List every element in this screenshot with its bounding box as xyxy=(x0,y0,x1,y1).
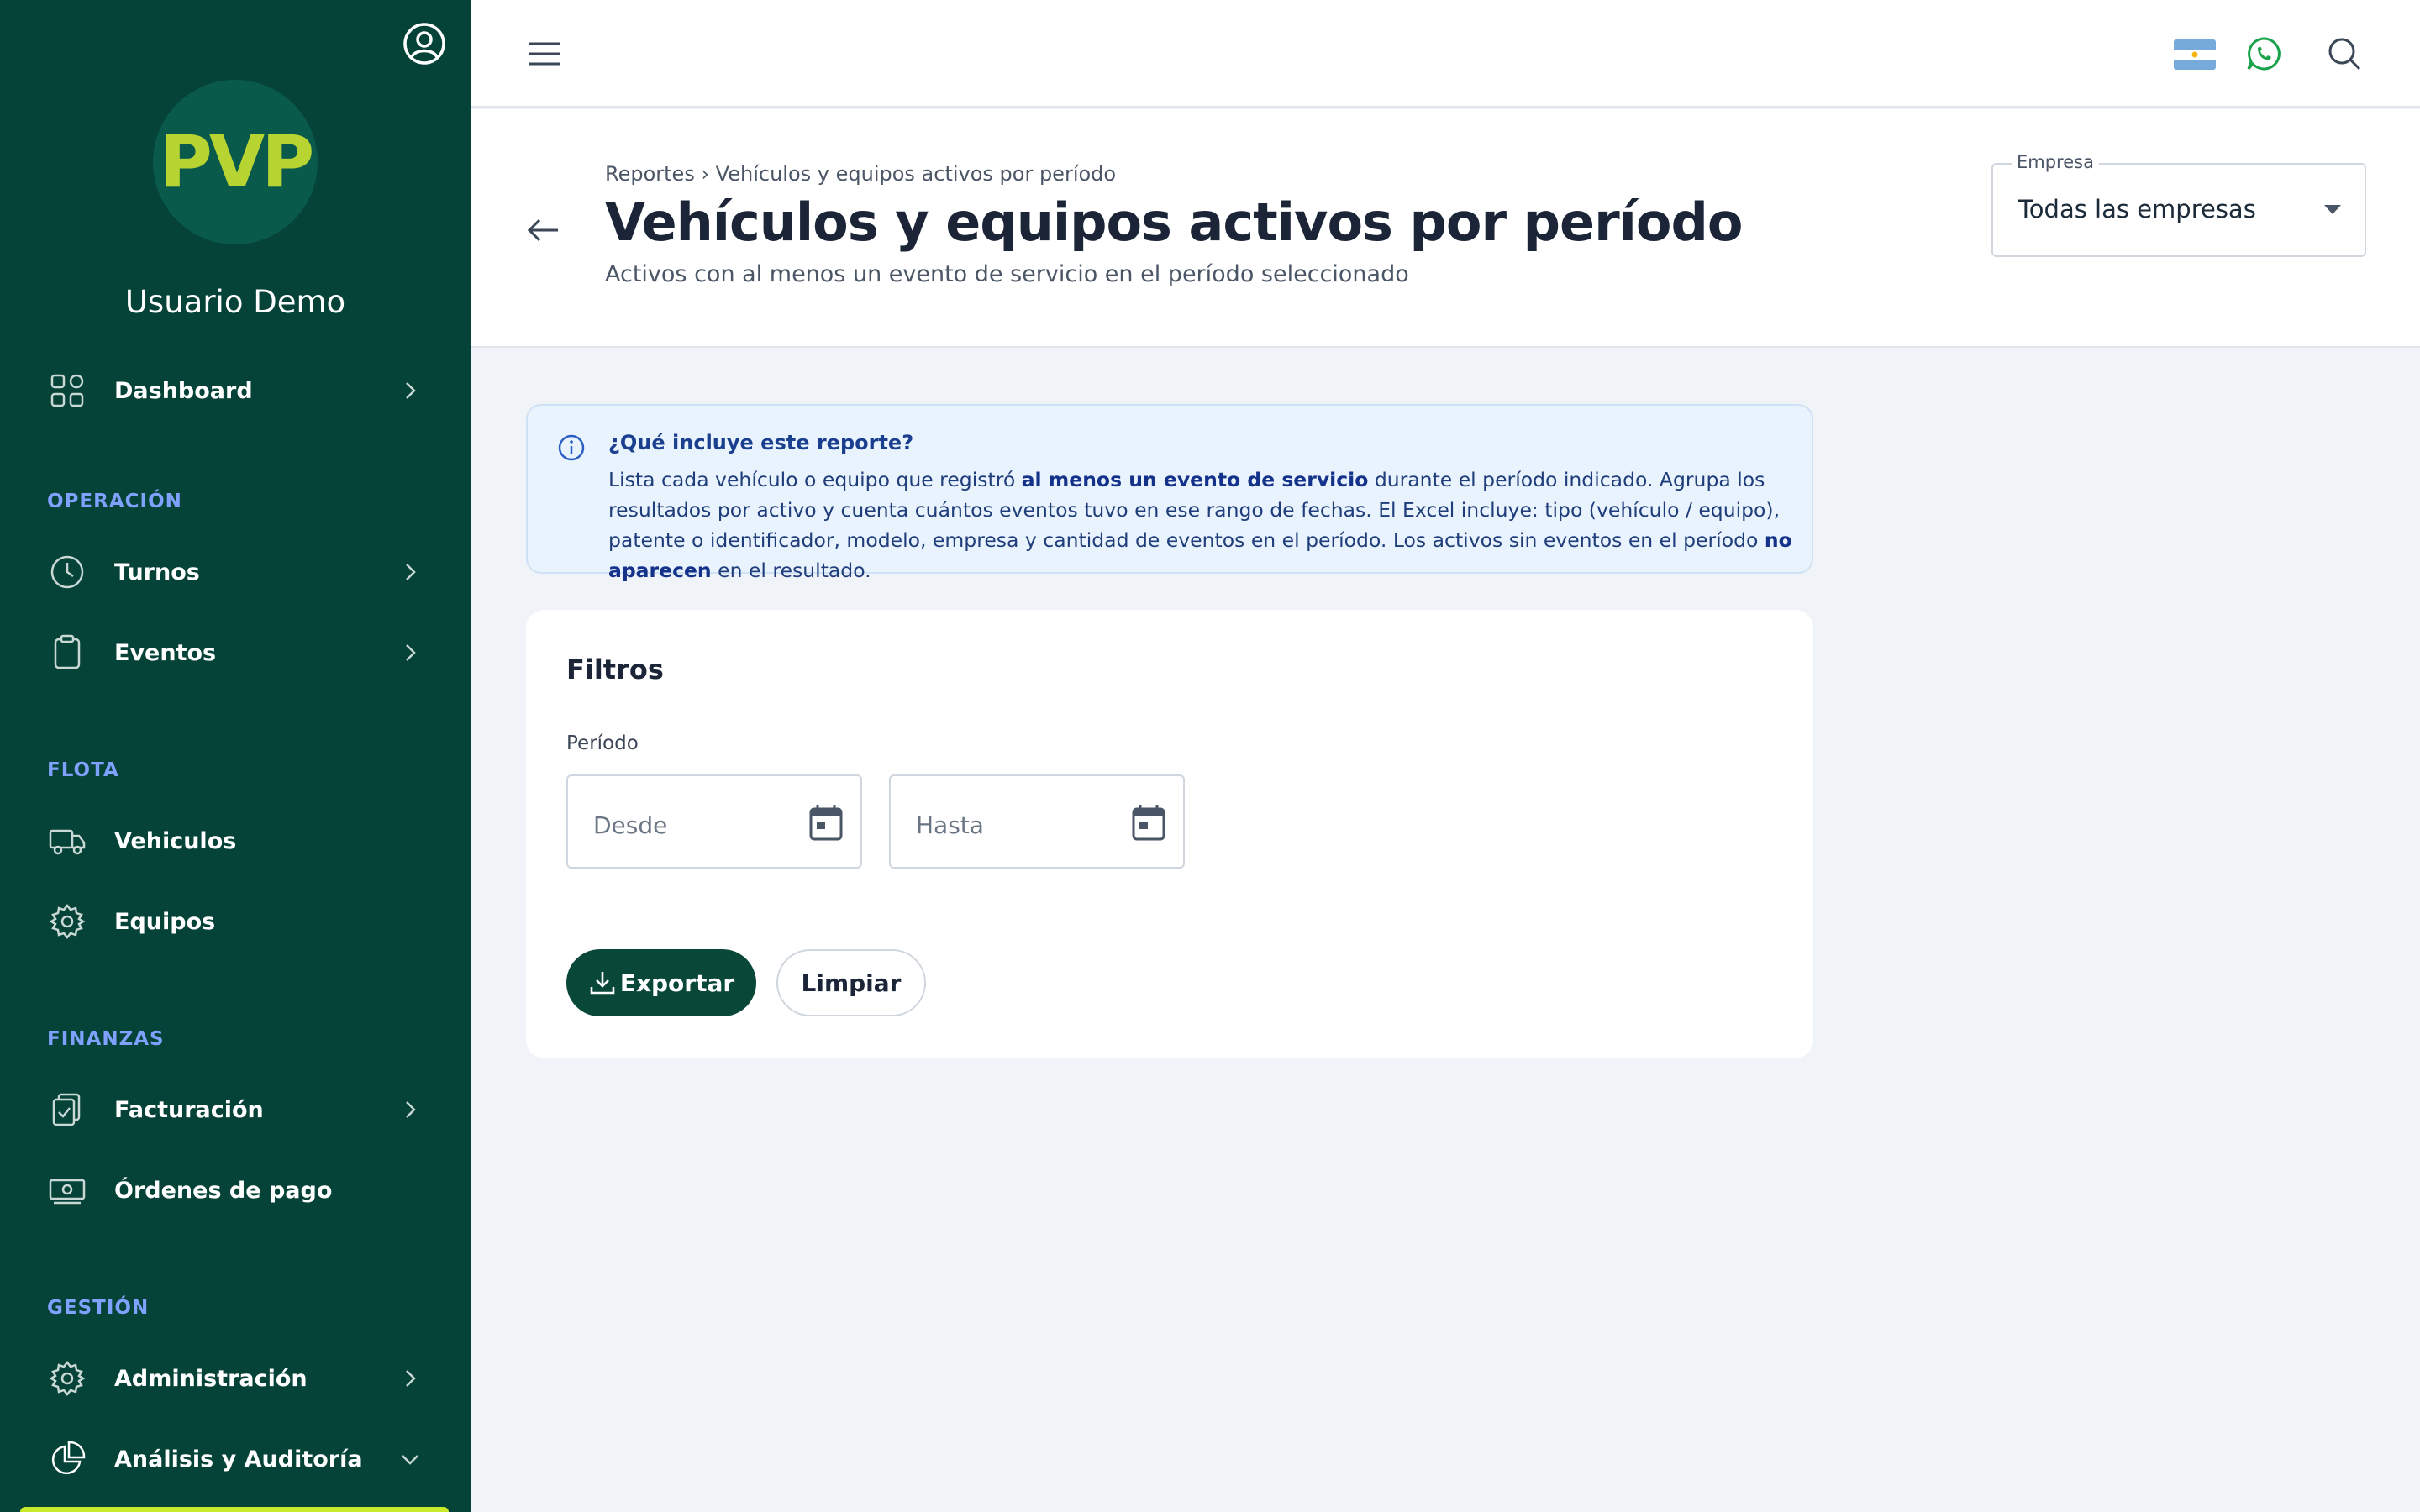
search-icon[interactable] xyxy=(2326,35,2363,72)
empresa-select[interactable]: Empresa Todas las empresas xyxy=(1991,152,2366,257)
info-icon xyxy=(558,434,585,461)
chevron-right-icon xyxy=(406,1101,416,1118)
date-to-placeholder: Hasta xyxy=(916,811,984,839)
page-subtitle: Activos con al menos un evento de servic… xyxy=(605,261,1409,287)
cash-icon xyxy=(49,1179,86,1205)
info-text-bold: al menos un evento de servicio xyxy=(1021,468,1369,491)
sidebar: PVP Usuario Demo Dashboard OPERACIÓN Tur… xyxy=(0,0,471,1512)
download-icon xyxy=(590,972,615,995)
calendar-icon[interactable] xyxy=(1131,803,1166,842)
sidebar-item-eventos[interactable]: Eventos xyxy=(0,619,471,686)
export-button-label: Exportar xyxy=(619,969,735,997)
pie-chart-icon xyxy=(51,1441,86,1475)
calendar-icon[interactable] xyxy=(808,803,844,842)
grid-icon xyxy=(50,374,84,407)
date-from-placeholder: Desde xyxy=(593,811,668,839)
sidebar-item-label: Turnos xyxy=(114,559,200,585)
sidebar-item-label: Órdenes de pago xyxy=(114,1177,333,1204)
clear-button[interactable]: Limpiar xyxy=(776,949,926,1016)
chevron-right-icon xyxy=(406,564,416,580)
sidebar-item-label: Análisis y Auditoría xyxy=(114,1446,363,1473)
section-operacion: OPERACIÓN xyxy=(47,491,182,512)
info-text-part: en el resultado. xyxy=(711,559,871,582)
info-text-part: Lista cada vehículo o equipo que registr… xyxy=(608,468,1022,491)
arrow-left-icon[interactable] xyxy=(524,212,561,249)
menu-icon[interactable] xyxy=(528,39,561,69)
date-to-field[interactable]: Hasta xyxy=(889,774,1185,869)
sidebar-item-label: Vehiculos xyxy=(114,827,237,854)
clipboard-icon xyxy=(54,634,81,669)
company-logo: PVP xyxy=(153,80,318,244)
active-item-highlight xyxy=(20,1507,449,1512)
chevron-right-icon xyxy=(406,1370,416,1387)
date-from-field[interactable]: Desde xyxy=(566,774,862,869)
breadcrumb[interactable]: Reportes › Vehículos y equipos activos p… xyxy=(605,162,1116,186)
section-gestion: GESTIÓN xyxy=(47,1297,150,1319)
sidebar-item-analisis-auditoria[interactable]: Análisis y Auditoría xyxy=(0,1425,471,1493)
sidebar-item-vehiculos[interactable]: Vehiculos xyxy=(0,807,471,874)
export-button[interactable]: Exportar xyxy=(566,949,756,1016)
filters-title: Filtros xyxy=(566,654,664,685)
sidebar-item-label: Equipos xyxy=(114,908,216,935)
sidebar-item-facturacion[interactable]: Facturación xyxy=(0,1076,471,1143)
user-account-icon[interactable] xyxy=(401,20,448,67)
report-info-box: ¿Qué incluye este reporte? Lista cada ve… xyxy=(526,404,1813,582)
period-label: Período xyxy=(566,732,639,754)
argentina-flag-icon[interactable] xyxy=(2174,39,2216,70)
info-title: ¿Qué incluye este reporte? xyxy=(608,431,914,454)
dropdown-caret-icon xyxy=(2324,205,2341,214)
sidebar-item-label: Facturación xyxy=(114,1096,264,1123)
sidebar-item-equipos[interactable]: Equipos xyxy=(0,888,471,955)
chevron-right-icon xyxy=(406,644,416,661)
top-bar xyxy=(471,0,2420,108)
truck-icon xyxy=(49,829,86,855)
clock-icon xyxy=(50,555,84,589)
settings-icon xyxy=(49,1360,86,1397)
logo-text: PVP xyxy=(159,120,315,204)
clear-button-label: Limpiar xyxy=(801,969,902,997)
invoice-icon xyxy=(52,1093,81,1126)
info-description: Lista cada vehículo o equipo que registr… xyxy=(608,465,1793,585)
filters-card: Filtros Período Desde Hasta Exportar Lim… xyxy=(526,610,1813,1058)
section-finanzas: FINANZAS xyxy=(47,1028,165,1050)
page-header: Reportes › Vehículos y equipos activos p… xyxy=(471,109,2420,348)
sidebar-item-dashboard[interactable]: Dashboard xyxy=(0,357,471,424)
username: Usuario Demo xyxy=(124,284,346,320)
chevron-right-icon xyxy=(406,382,416,399)
empresa-select-label: Empresa xyxy=(2012,152,2099,172)
sidebar-item-ordenes-de-pago[interactable]: Órdenes de pago xyxy=(0,1157,471,1224)
chevron-down-icon xyxy=(402,1455,418,1465)
gear-icon xyxy=(49,903,86,940)
section-flota: FLOTA xyxy=(47,759,119,781)
whatsapp-icon[interactable] xyxy=(2245,35,2282,72)
sidebar-item-turnos[interactable]: Turnos xyxy=(0,538,471,606)
sidebar-item-label: Eventos xyxy=(114,639,217,666)
empresa-select-value: Todas las empresas xyxy=(2018,195,2256,223)
page-title: Vehículos y equipos activos por período xyxy=(605,192,1743,253)
sidebar-item-label: Dashboard xyxy=(114,377,253,404)
sidebar-item-label: Administración xyxy=(114,1365,308,1392)
sidebar-item-administracion[interactable]: Administración xyxy=(0,1345,471,1412)
